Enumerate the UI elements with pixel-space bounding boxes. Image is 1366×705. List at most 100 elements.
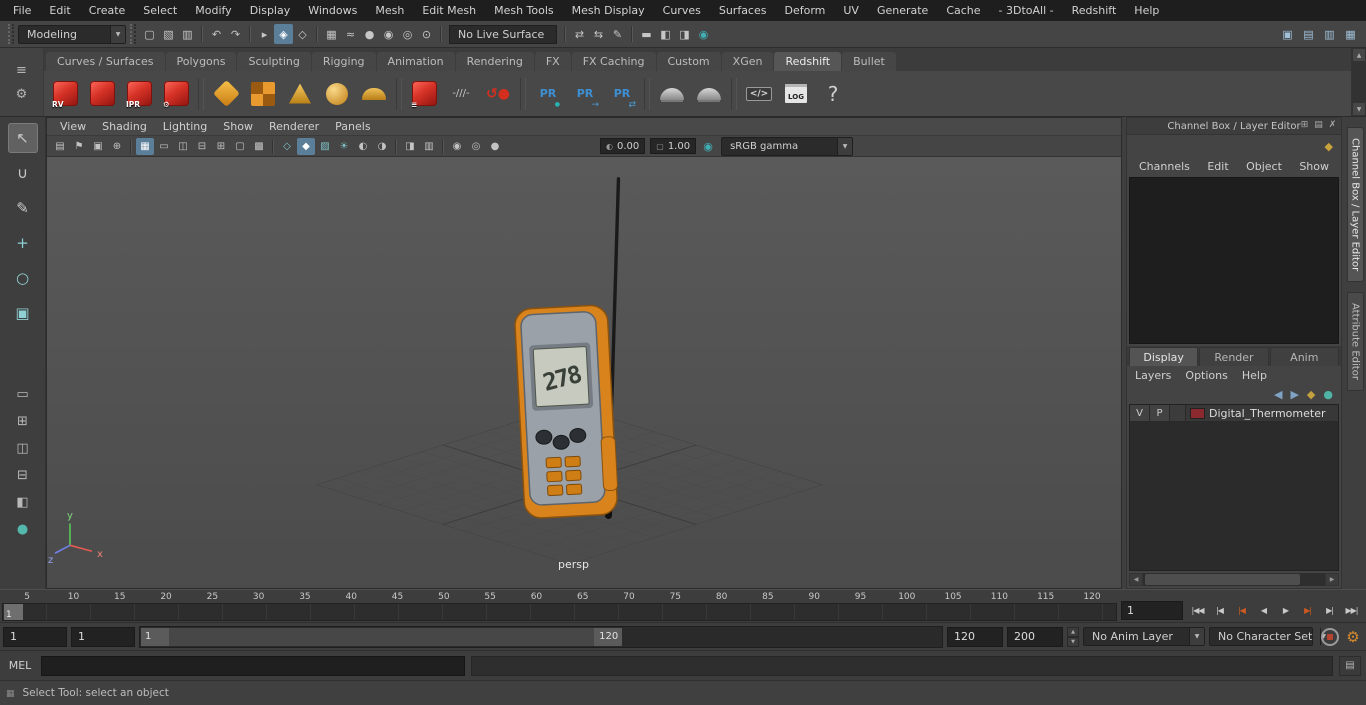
shelf-tab[interactable]: Bullet — [842, 52, 896, 71]
menu-item[interactable]: Surfaces — [710, 2, 776, 19]
redo-icon[interactable]: ↷ — [226, 24, 245, 44]
layer-playback-toggle[interactable]: P — [1150, 405, 1170, 421]
range-end-handle[interactable]: 120 — [594, 627, 623, 646]
layer-color-swatch[interactable] — [1190, 407, 1205, 419]
auto-keyframe-toggle-icon[interactable] — [1321, 627, 1339, 646]
shelf-tab[interactable]: FX — [534, 52, 571, 71]
panel-pop-out-icon[interactable]: ⊞ — [1299, 120, 1310, 130]
menu-item[interactable]: Redshift — [1063, 2, 1126, 19]
shelf-editor-gear-icon[interactable]: ⚙ — [16, 87, 28, 102]
paint-select-tool[interactable]: ✎ — [8, 193, 38, 223]
safe-action-icon[interactable]: ▢ — [231, 138, 249, 155]
select-hierarchy-mode-icon[interactable]: ▸ — [255, 24, 274, 44]
menu-item[interactable]: File — [4, 2, 40, 19]
layout-single-pane-button[interactable]: ▭ — [9, 384, 36, 405]
layout-persp-outliner-button[interactable]: ◧ — [9, 492, 36, 513]
layer-editor-menu-item[interactable]: Options — [1185, 369, 1227, 382]
step-back-key-button[interactable]: |◀ — [1231, 601, 1252, 620]
undo-icon[interactable]: ↶ — [207, 24, 226, 44]
depth-of-field-icon[interactable]: ● — [486, 138, 504, 155]
shelf-scroll-track[interactable] — [1352, 62, 1366, 102]
scroll-left-icon[interactable] — [1129, 573, 1143, 586]
script-snippet-icon[interactable]: </> — [742, 77, 776, 111]
rs-material-icon[interactable] — [209, 77, 243, 111]
chevron-down-icon[interactable] — [1189, 628, 1204, 645]
shelf-tab[interactable]: Animation — [376, 52, 455, 71]
shelf-tab[interactable]: XGen — [721, 52, 774, 71]
menu-set-dropdown[interactable]: Modeling — [18, 24, 126, 44]
layer-editor-tab[interactable]: Anim — [1269, 347, 1339, 366]
redshift-help-icon[interactable]: ? — [816, 77, 850, 111]
view-transform-dropdown[interactable]: sRGB gamma — [721, 136, 854, 156]
chevron-down-icon[interactable] — [110, 25, 125, 43]
panel-menu-item[interactable]: Shading — [95, 120, 154, 133]
lasso-select-tool[interactable]: ∪ — [8, 158, 38, 188]
rs-dome-light-icon[interactable] — [320, 77, 354, 111]
shelf-tab[interactable]: Redshift — [774, 52, 842, 71]
shelf-tab[interactable]: Polygons — [165, 52, 237, 71]
menu-item[interactable]: Deform — [775, 2, 834, 19]
animation-preferences-icon[interactable] — [1343, 627, 1363, 647]
playback-range-bar[interactable]: 1 120 — [141, 627, 623, 646]
shelf-tab[interactable]: Rigging — [311, 52, 376, 71]
output-connections-icon[interactable]: ⇆ — [589, 24, 608, 44]
script-editor-icon[interactable] — [1339, 655, 1361, 676]
channel-box-menu-item[interactable]: Channels — [1139, 160, 1190, 173]
menu-item[interactable]: Mesh Display — [563, 2, 654, 19]
spinner-down-icon[interactable] — [1067, 636, 1079, 647]
rs-render-snapshot-icon[interactable] — [85, 77, 119, 111]
pr-convert-icon[interactable]: PR — [605, 77, 639, 111]
panel-close-icon[interactable]: ✗ — [1327, 120, 1338, 130]
image-plane-icon[interactable]: ▣ — [89, 138, 107, 155]
layer-move-up-icon[interactable]: ◀ — [1274, 388, 1282, 401]
layer-editor-menu-item[interactable]: Help — [1242, 369, 1267, 382]
layer-editor-tab[interactable]: Display — [1129, 347, 1199, 366]
shelf-tab[interactable]: Sculpting — [237, 52, 311, 71]
input-connections-icon[interactable]: ⇄ — [570, 24, 589, 44]
layer-editor-menu-item[interactable]: Layers — [1135, 369, 1171, 382]
exposure-field[interactable]: 0.00 — [600, 138, 646, 154]
file-open-icon[interactable]: ▧ — [159, 24, 178, 44]
screen-space-ao-icon[interactable]: ◑ — [373, 138, 391, 155]
shelf-scroll-down-icon[interactable] — [1352, 102, 1366, 116]
wireframe-mode-icon[interactable]: ◇ — [278, 138, 296, 155]
ipr-render-icon[interactable]: ◨ — [675, 24, 694, 44]
camera-bookmarks-icon[interactable]: ⚑ — [70, 138, 88, 155]
pr-import-icon[interactable]: PR — [531, 77, 565, 111]
menu-item[interactable]: Windows — [299, 2, 366, 19]
anim-layer-dropdown[interactable]: No Anim Layer — [1083, 627, 1205, 646]
menu-item[interactable]: Select — [134, 2, 186, 19]
menu-item[interactable]: Help — [1125, 2, 1168, 19]
range-start-handle[interactable]: 1 — [141, 627, 169, 646]
scroll-right-icon[interactable] — [1325, 573, 1339, 586]
open-render-view-icon[interactable]: ▬ — [637, 24, 656, 44]
playback-end-field[interactable]: 120 — [947, 626, 1003, 647]
chevron-down-icon[interactable] — [837, 137, 853, 155]
scale-tool[interactable]: ▣ — [8, 298, 38, 328]
camera-attributes-icon[interactable]: ▤ — [51, 138, 69, 155]
grid-toggle-icon[interactable]: ▦ — [136, 137, 154, 155]
layout-two-pane-stacked-button[interactable]: ⊟ — [9, 465, 36, 486]
menu-item[interactable]: Display — [241, 2, 300, 19]
shaded-mode-icon[interactable]: ◆ — [297, 137, 315, 155]
range-slider[interactable]: 1 120 — [139, 625, 943, 648]
play-backwards-button[interactable]: ◀ — [1253, 601, 1274, 620]
menu-item[interactable]: Create — [80, 2, 135, 19]
animation-start-field[interactable]: 1 — [3, 626, 67, 647]
layout-two-pane-side-button[interactable]: ◫ — [9, 438, 36, 459]
statusline-grip[interactable] — [8, 24, 14, 44]
shelf-tab[interactable]: Rendering — [455, 52, 534, 71]
rs-ipr-icon[interactable]: IPR — [122, 77, 156, 111]
menu-item[interactable]: Cache — [937, 2, 989, 19]
outliner-panel-button[interactable]: ● — [9, 519, 36, 540]
layout-four-pane-button[interactable]: ⊞ — [9, 411, 36, 432]
render-current-frame-icon[interactable]: ◧ — [656, 24, 675, 44]
field-chart-icon[interactable]: ⊞ — [212, 138, 230, 155]
select-tool[interactable]: ↖ — [7, 123, 38, 153]
snap-to-view-plane-icon[interactable]: ◎ — [398, 24, 417, 44]
new-empty-layer-icon[interactable]: ◆ — [1307, 388, 1315, 401]
rs-texture-icon[interactable] — [246, 77, 280, 111]
rs-render-settings-icon[interactable]: ⚙ — [159, 77, 193, 111]
scroll-thumb[interactable] — [1145, 574, 1300, 585]
panel-options-icon[interactable]: ▤ — [1313, 120, 1324, 130]
